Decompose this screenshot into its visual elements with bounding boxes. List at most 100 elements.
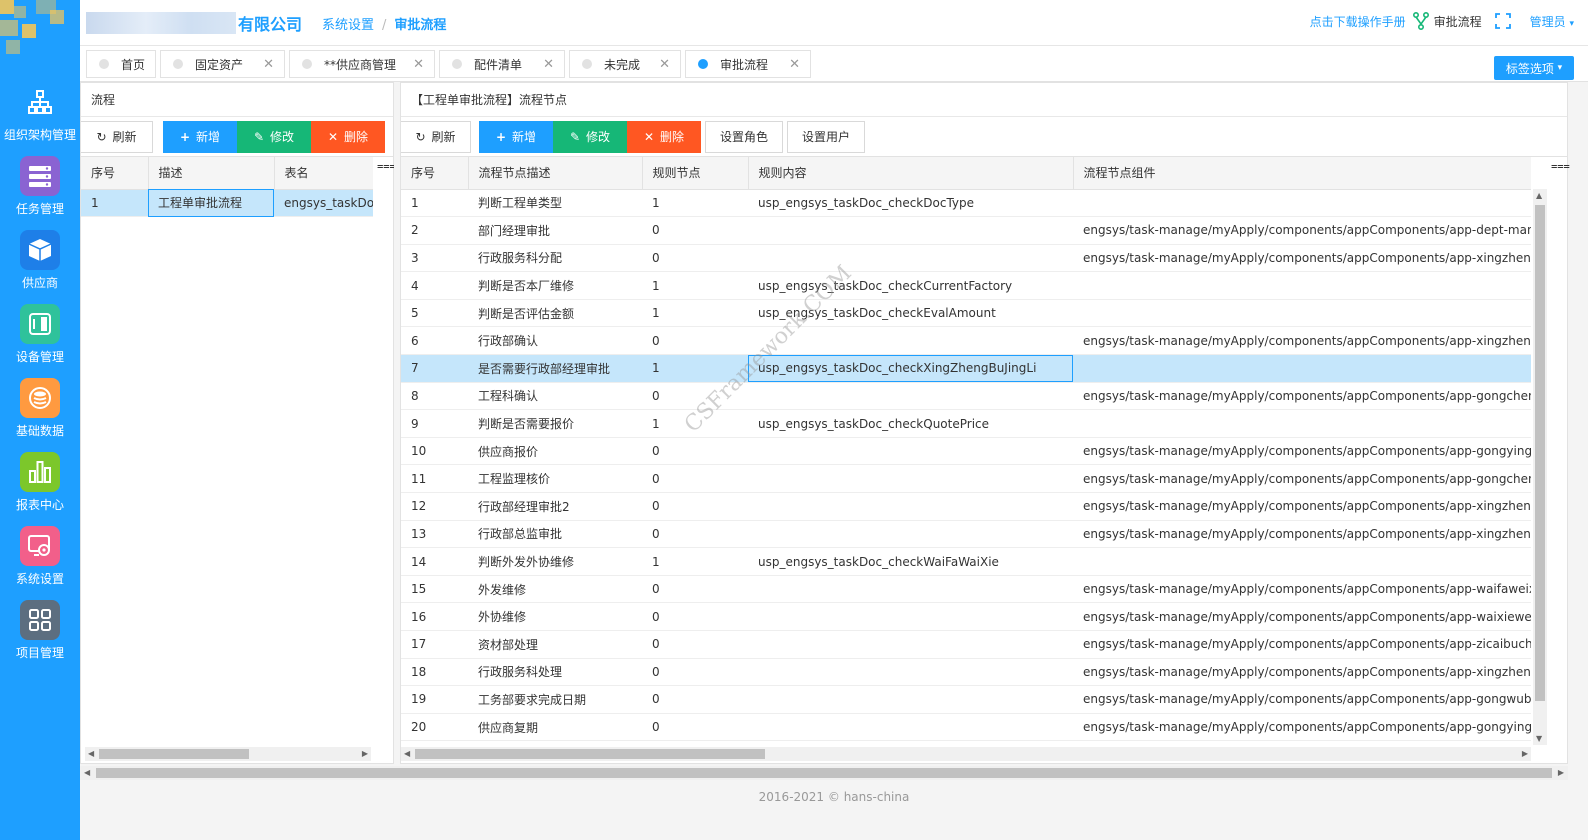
table-cell[interactable]: engsys_taskDoc (274, 189, 373, 218)
column-header[interactable]: 规则节点 (642, 157, 749, 190)
edit-button[interactable]: ✎ 修改 (553, 120, 627, 153)
table-cell[interactable]: 0 (642, 326, 748, 356)
tab-6[interactable]: 审批流程 ✕ (685, 50, 811, 78)
table-cell[interactable]: 10 (401, 437, 468, 466)
table-cell[interactable] (748, 382, 1073, 411)
table-cell[interactable]: usp_engsys_taskDoc_checkDocType (748, 189, 1073, 218)
table-cell[interactable]: 行政部总监审批 (468, 520, 642, 549)
add-button[interactable]: + 新增 (163, 120, 237, 153)
table-cell[interactable]: 0 (642, 244, 748, 273)
table-cell[interactable] (748, 575, 1073, 604)
table-cell[interactable] (748, 244, 1073, 273)
table-row[interactable]: 14 判断外发外协维修 1 usp_engsys_taskDoc_checkWaiFa… (401, 547, 1531, 576)
table-cell[interactable]: engsys/task-manage/myApply/components/ap… (1073, 520, 1531, 549)
table-cell[interactable]: 供应商报价 (468, 437, 642, 466)
table-cell[interactable]: 是否需要行政部经理审批 (468, 354, 642, 383)
table-cell[interactable]: 1 (642, 409, 748, 438)
table-cell[interactable] (748, 437, 1073, 466)
nodes-grid-hscroll[interactable]: ◀ ▶ (401, 747, 1531, 761)
table-row[interactable]: 16 外协维修 0 engsys/task-manage/myApply/compon… (401, 602, 1531, 631)
table-cell[interactable]: engsys/task-manage/myApply/components/ap… (1073, 464, 1531, 494)
flow-grid-hscroll[interactable]: ◀ ▶ (85, 747, 371, 761)
table-cell[interactable]: 0 (642, 713, 748, 742)
table-cell[interactable]: 外发维修 (468, 575, 642, 604)
table-cell[interactable]: 9 (401, 409, 468, 438)
download-manual-link[interactable]: 点击下载操作手册 (1310, 13, 1406, 30)
table-cell[interactable] (748, 216, 1073, 245)
table-cell[interactable]: engsys/task-manage/myApply/components/ap… (1073, 658, 1531, 687)
set-user-button[interactable]: 设置用户 (787, 120, 865, 153)
tab-4[interactable]: 配件清单 ✕ (439, 50, 565, 78)
table-cell[interactable] (748, 685, 1073, 714)
table-cell[interactable]: 工程监理核价 (468, 464, 642, 494)
nav-item-5[interactable]: 基础数据 (0, 378, 80, 452)
table-cell[interactable] (748, 492, 1073, 521)
table-cell[interactable] (1073, 189, 1531, 218)
table-row[interactable]: 2 部门经理审批 0 engsys/task-manage/myApply/compo… (401, 216, 1531, 245)
table-cell[interactable]: 1 (401, 189, 468, 218)
table-cell[interactable]: 0 (642, 685, 748, 714)
table-row[interactable]: 6 行政部确认 0 engsys/task-manage/myApply/compon… (401, 326, 1531, 356)
table-row[interactable]: 3 行政服务科分配 0 engsys/task-manage/myApply/comp… (401, 244, 1531, 273)
table-cell[interactable]: engsys/task-manage/myApply/components/ap… (1073, 382, 1531, 411)
table-cell[interactable]: usp_engsys_taskDoc_checkWaiFaWaiXie (748, 547, 1073, 576)
table-cell[interactable] (748, 658, 1073, 687)
column-header[interactable]: 描述 (148, 157, 275, 190)
fullscreen-icon[interactable] (1494, 12, 1512, 30)
table-cell[interactable]: engsys/task-manage/myApply/components/ap… (1073, 685, 1531, 714)
table-cell[interactable] (1073, 299, 1531, 328)
table-cell[interactable] (1073, 409, 1531, 438)
table-cell[interactable]: engsys/task-manage/myApply/components/ap… (1073, 575, 1531, 604)
table-cell[interactable]: 13 (401, 520, 468, 549)
tab-5[interactable]: 未完成 ✕ (569, 50, 681, 78)
set-role-button[interactable]: 设置角色 (705, 120, 783, 153)
table-cell[interactable]: 15 (401, 575, 468, 604)
refresh-button[interactable]: ↻ 刷新 (81, 120, 153, 153)
nav-item-2[interactable]: 任务管理 (0, 156, 80, 230)
table-row[interactable]: 4 判断是否本厂维修 1 usp_engsys_taskDoc_checkCurren… (401, 271, 1531, 300)
table-row[interactable]: 20 供应商复期 0 engsys/task-manage/myApply/compo… (401, 713, 1531, 742)
table-cell[interactable]: engsys/task-manage/myApply/components/ap… (1073, 713, 1531, 742)
column-header[interactable]: 流程节点描述 (468, 157, 643, 190)
table-cell[interactable]: 16 (401, 602, 468, 631)
table-row[interactable]: 12 行政部经理审批2 0 engsys/task-manage/myApply/co… (401, 492, 1531, 521)
close-icon[interactable]: ✕ (413, 57, 424, 72)
nodes-grid-vscroll[interactable]: ▲ ▼ (1533, 189, 1547, 745)
column-header[interactable]: 表名 (274, 157, 373, 190)
table-cell[interactable]: usp_engsys_taskDoc_checkCurrentFactory (748, 271, 1073, 300)
add-button[interactable]: + 新增 (479, 120, 553, 153)
scroll-thumb[interactable] (99, 749, 249, 759)
table-cell[interactable] (1073, 354, 1531, 383)
table-cell[interactable]: 4 (401, 271, 468, 300)
table-row[interactable]: 1 工程单审批流程 engsys_taskDoc (81, 189, 373, 218)
table-cell[interactable]: 行政部确认 (468, 326, 642, 356)
table-cell[interactable]: 1 (642, 547, 748, 576)
table-cell[interactable]: 1 (81, 189, 148, 218)
table-cell[interactable]: 0 (642, 382, 748, 411)
table-cell[interactable]: engsys/task-manage/myApply/components/ap… (1073, 492, 1531, 521)
table-cell[interactable]: 判断是否评估金额 (468, 299, 642, 328)
table-cell[interactable]: 0 (642, 520, 748, 549)
column-header[interactable]: 序号 (81, 157, 149, 190)
table-cell[interactable]: 0 (642, 492, 748, 521)
table-cell[interactable]: 判断工程单类型 (468, 189, 642, 218)
scroll-thumb[interactable] (96, 768, 1552, 778)
table-cell[interactable]: 供应商复期 (468, 713, 642, 742)
table-row[interactable]: 13 行政部总监审批 0 engsys/task-manage/myApply/com… (401, 520, 1531, 549)
edit-button[interactable]: ✎ 修改 (237, 120, 311, 153)
nav-item-8[interactable]: 项目管理 (0, 600, 80, 674)
table-cell[interactable]: 8 (401, 382, 468, 411)
table-cell[interactable]: engsys/task-manage/myApply/components/ap… (1073, 244, 1531, 273)
table-cell[interactable]: usp_engsys_taskDoc_checkQuotePrice (748, 409, 1073, 438)
table-row[interactable]: 5 判断是否评估金额 1 usp_engsys_taskDoc_checkEvalAm… (401, 299, 1531, 328)
table-cell[interactable]: 20 (401, 713, 468, 742)
table-cell[interactable]: usp_engsys_taskDoc_checkXingZhengBuJingL… (748, 354, 1073, 383)
table-cell[interactable]: 判断外发外协维修 (468, 547, 642, 576)
nav-item-6[interactable]: 报表中心 (0, 452, 80, 526)
column-chooser-icon[interactable]: ⩶ (1551, 159, 1570, 173)
table-row[interactable]: 17 资材部处理 0 engsys/task-manage/myApply/compo… (401, 630, 1531, 659)
close-icon[interactable]: ✕ (543, 57, 554, 72)
table-cell[interactable] (748, 326, 1073, 356)
delete-button[interactable]: ✕ 删除 (627, 120, 701, 153)
table-cell[interactable]: 7 (401, 354, 468, 383)
